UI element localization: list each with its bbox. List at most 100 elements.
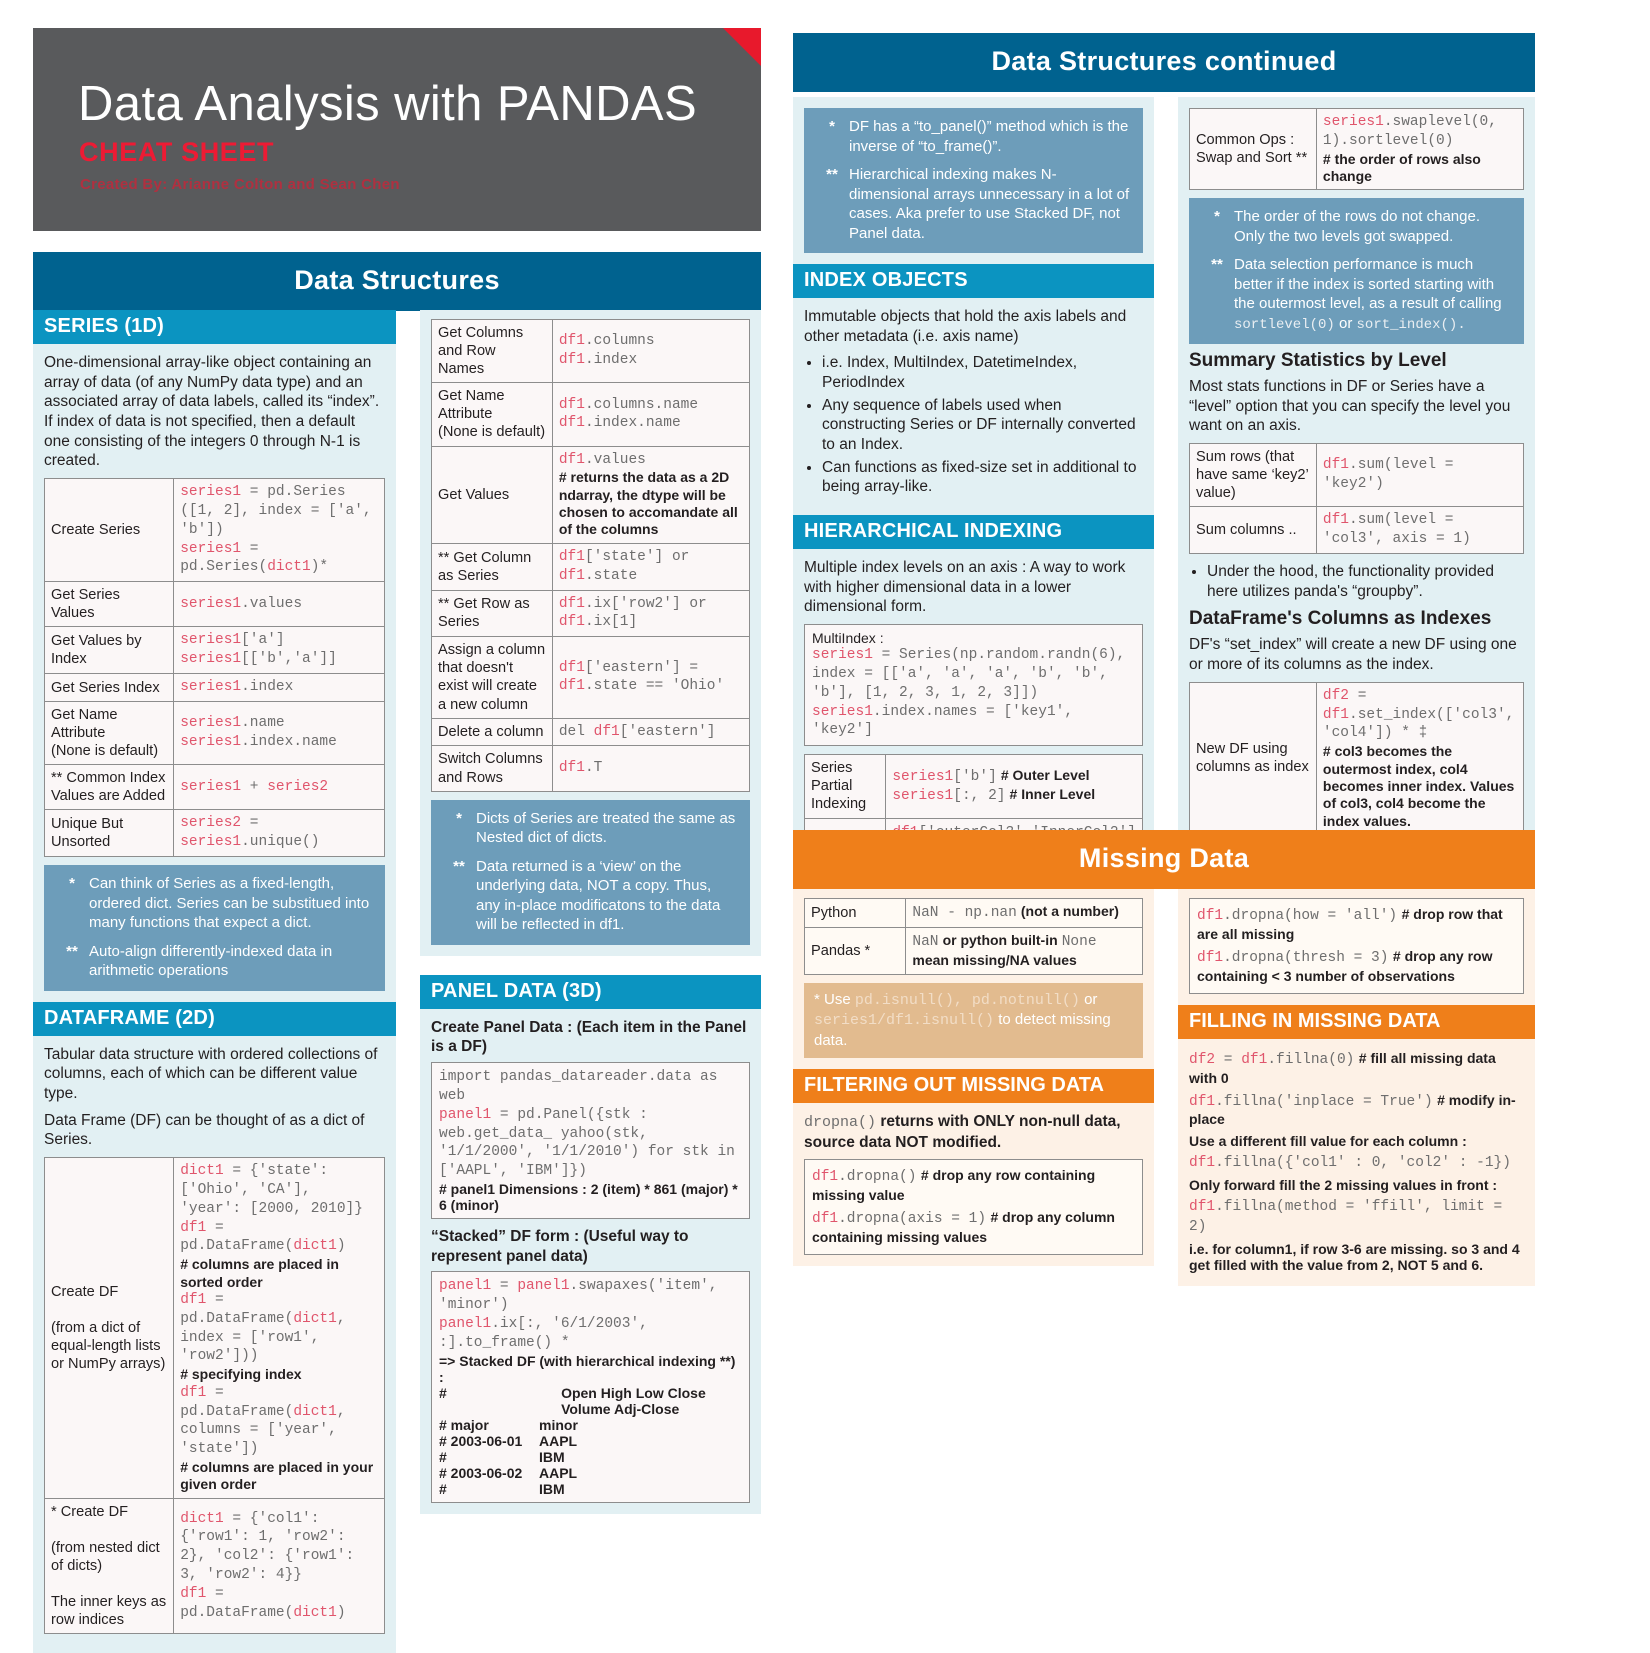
section-index-objects-body: Immutable objects that hold the axis lab… [793,298,1154,516]
note-marker: ** [826,166,838,183]
column-dfops-panel: Get Columns and Row Names df1.columns df1.… [420,310,761,1514]
table-row: Delete a column del df1['eastern'] [431,717,751,747]
table-row: Get Values df1.values # returns the data a… [431,445,751,544]
table-row: Series Partial Indexing series1['b'] # Ou… [803,754,1143,819]
table-row: Get Series Index series1.index [43,673,385,702]
tip-code-2: series1/df1.isnull() [814,1012,995,1030]
row-value: df1.columns df1.index [551,318,751,384]
bullet-item: Any sequence of labels used when constru… [822,396,1143,455]
row-label: Switch Columns and Rows [431,745,553,792]
tip-code-1: pd.isnull(), pd.notnull() [854,991,1080,1009]
note-text: Data returned is a ‘view’ on the underly… [476,857,721,934]
common-ops-table: Common Ops : Swap and Sort ** series1.swa… [1189,107,1525,191]
dataframe-description-2: Data Frame (DF) can be thought of as a d… [44,1111,365,1149]
row-value: dict1 = {'state': ['Ohio', 'CA'], 'year'… [173,1156,385,1499]
table-row: ** Common Index Values are Added series1 … [43,764,385,811]
row-label: Get Series Values [43,581,175,628]
row-value: series1.values [173,581,385,628]
row-value: series1.name series1.index.name [173,700,385,766]
note-text: Data selection performance is much bette… [1234,256,1502,333]
table-row: Common Ops : Swap and Sort ** series1.swa… [1189,107,1525,191]
table-row: Get Name Attribute (None is default) serie… [43,700,385,766]
note-text: Dicts of Series are treated the same as … [476,809,736,847]
note-marker: ** [453,857,465,875]
row-value: df1.columns.name df1.index.name [551,382,751,447]
row-value: df2 = df1.set_index(['col3', 'col4']) * … [1315,681,1525,836]
section-panel-heading: PANEL DATA (3D) [420,974,761,1009]
note-row: * Can think of Series as a fixed-length, … [55,874,374,933]
table-row: Switch Columns and Rows df1.T [431,745,751,792]
panel-stacked-label: “Stacked” DF form : (Useful way to repre… [431,1228,689,1265]
row-label: Get Values by Index [43,626,175,675]
panel-stacked-code: panel1 = panel1.swapaxes('item', 'minor'… [431,1271,750,1503]
table-row: Sum rows (that have same ‘key2’ value) df… [1189,443,1525,508]
series-ops-table: Create Series series1 = pd.Series ([1, 2]… [43,478,385,858]
row-value: series1['a'] series1[['b','a']] [173,626,385,675]
row-label: New DF using columns as index [1189,681,1317,836]
row-value: df1['eastern'] = df1.state == 'Ohio' [551,636,751,719]
note-text: Can think of Series as a fixed-length, o… [89,875,370,932]
table-row: New DF using columns as index df2 = df1.s… [1189,681,1525,836]
section-dfops-body: Get Columns and Row Names df1.columns df1.… [420,310,761,956]
band-data-structures-continued: Data Structures continued [793,33,1535,92]
nan-definition-table: Python NaN - np.nan (not a number) Pandas … [803,898,1143,975]
section-filtering-heading: FILTERING OUT MISSING DATA [793,1069,1154,1104]
column-missing-data-left: Python NaN - np.nan (not a number) Pandas … [793,889,1154,1267]
fillna-code-box: df2 = df1.fillna(0) # fill all missing d… [1189,1049,1520,1273]
row-value: df1.values # returns the data as a 2D nda… [551,445,751,544]
dropna-options-box: df1.dropna(how = 'all') # drop row that … [1189,898,1524,994]
ds-cont-notes: * DF has a “to_panel()” method which is t… [804,108,1143,253]
row-label: Assign a column that doesn't exist will … [431,636,553,719]
note-marker: * [69,875,75,893]
row-value: series2 = series1.unique() [173,809,385,858]
panel-create-code: import pandas_datareader.data as web pane… [431,1061,750,1220]
note-marker: * [829,118,835,135]
row-value: NaN or python built-in None mean missing… [905,926,1143,975]
table-row: Create DF (from a dict of equal-length li… [43,1156,385,1499]
bullet-item: i.e. Index, MultiIndex, DatetimeIndex, P… [822,353,1143,392]
row-label: Sum rows (that have same ‘key2’ value) [1189,443,1317,508]
row-label: Delete a column [431,717,553,747]
series-notes: * Can think of Series as a fixed-length, … [44,865,385,991]
dfops-table: Get Columns and Row Names df1.columns df1.… [431,318,751,792]
page-title: Data Analysis with PANDAS [78,77,698,131]
row-label: ** Get Row as Series [431,589,553,638]
band-data-structures: Data Structures [33,252,761,311]
ds-cont-notes-wrap: * DF has a “to_panel()” method which is t… [793,97,1154,264]
row-label: Create Series [43,478,175,583]
hierarchical-description: Multiple index levels on an axis : A way… [804,559,1126,616]
note-text: Hierarchical indexing makes N-dimensiona… [849,166,1130,242]
section-hierarchical-heading: HIERARCHICAL INDEXING [793,515,1154,550]
section-filtering-body: dropna() returns with ONLY non-null data… [793,1103,1154,1267]
missing-data-left-body: Python NaN - np.nan (not a number) Pandas … [793,889,1154,1070]
dataframe-description-1: Tabular data structure with ordered coll… [44,1045,378,1102]
note-row: * The order of the rows do not change. On… [1200,207,1513,246]
columns-as-indexes-heading: DataFrame's Columns as Indexes [1189,608,1492,630]
note-row: * Dicts of Series are treated the same as… [442,809,739,848]
section-panel-body: Create Panel Data : (Each item in the Pa… [420,1008,761,1514]
row-value: series1.index [173,673,385,702]
row-label: Pandas * [803,926,907,975]
tip-text: * Use [814,990,855,1008]
note-marker: * [456,809,462,827]
row-value: series1 = pd.Series ([1, 2], index = ['a… [173,478,385,583]
table-row: * Create DF (from nested dict of dicts) Th… [43,1497,385,1635]
section-filling-body: df2 = df1.fillna(0) # fill all missing d… [1178,1038,1535,1286]
row-label: * Create DF (from nested dict of dicts) Th… [43,1497,175,1635]
section-index-objects-heading: INDEX OBJECTS [793,264,1154,298]
row-value: NaN - np.nan (not a number) [905,898,1143,928]
row-value: series1.swaplevel(0, 1).sortlevel(0) # th… [1315,107,1525,191]
note-text: Auto-align differently-indexed data in a… [89,942,333,980]
row-label: Create DF (from a dict of equal-length li… [43,1156,175,1499]
columns-as-indexes-description: DF's “set_index” will create a new DF us… [1189,636,1517,674]
bullet-item: Can functions as fixed-size set in addit… [822,458,1143,497]
row-label: Get Series Index [43,673,175,702]
swap-sort-notes: * The order of the rows do not change. On… [1189,198,1524,345]
isnull-tip-note: * Use pd.isnull(), pd.notnull() or serie… [804,982,1143,1059]
row-value: df1.T [551,745,751,792]
column-missing-data-right: df1.dropna(how = 'all') # drop row that … [1178,889,1535,1286]
row-label: Get Name Attribute (None is default) [431,382,553,447]
dropna-code-box: df1.dropna() # drop any row containing m… [804,1159,1143,1256]
title-header: Data Analysis with PANDAS CHEAT SHEET Cr… [33,28,761,231]
summary-stats-description: Most stats functions in DF or Series hav… [1189,378,1511,435]
